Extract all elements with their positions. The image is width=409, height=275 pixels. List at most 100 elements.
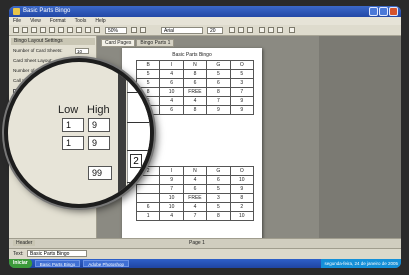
card-cell: 9 <box>229 184 255 194</box>
magnified-card-number: 2 <box>130 154 142 168</box>
new-icon[interactable] <box>13 27 19 33</box>
card-free-cell: FREE <box>182 87 208 97</box>
card-cell: 3 <box>206 193 231 203</box>
card-cell: 7 <box>206 96 231 106</box>
bold-icon[interactable] <box>229 27 235 33</box>
cut-icon[interactable] <box>49 27 55 33</box>
card-cell: 6 <box>206 175 231 185</box>
start-button[interactable]: Iniciar <box>9 259 32 268</box>
grid-line <box>127 92 150 93</box>
menu-help[interactable]: Help <box>95 17 105 25</box>
minimize-button[interactable] <box>369 7 378 16</box>
align-left-icon[interactable] <box>259 27 265 33</box>
card-header-cell: N <box>182 166 208 176</box>
card-cell: 10 <box>229 211 255 221</box>
app-icon <box>13 8 20 15</box>
card-cell: 5 <box>229 69 255 79</box>
card-header-cell: N <box>182 60 208 70</box>
close-button[interactable] <box>389 7 398 16</box>
card-cell: 10 <box>159 87 184 97</box>
card-cell: 7 <box>182 211 208 221</box>
undo-icon[interactable] <box>76 27 82 33</box>
high-field-2[interactable]: 9 <box>88 136 110 150</box>
print-icon[interactable] <box>40 27 46 33</box>
menu-tools[interactable]: Tools <box>75 17 87 25</box>
copy-icon[interactable] <box>58 27 64 33</box>
card-header-cell: I <box>159 166 184 176</box>
paste-icon[interactable] <box>67 27 73 33</box>
save-icon[interactable] <box>31 27 37 33</box>
card-cell: 8 <box>206 87 231 97</box>
underline-icon[interactable] <box>247 27 253 33</box>
open-icon[interactable] <box>22 27 28 33</box>
menu-format[interactable]: Format <box>50 17 66 25</box>
grid-line <box>127 182 150 183</box>
zoom-icon[interactable] <box>94 27 100 33</box>
taskbar-item-bingo[interactable]: Basic Parts Bingo <box>34 260 81 267</box>
low-field-2[interactable]: 1 <box>62 136 84 150</box>
card-free-cell: FREE <box>182 193 208 203</box>
window-title: Basic Parts Bingo <box>23 8 71 14</box>
toolbar: 50% Arial 20 <box>9 25 401 36</box>
card-cell: 6 <box>159 105 184 115</box>
menu-file[interactable]: File <box>13 17 21 25</box>
card-cell: 9 <box>159 175 184 185</box>
header-footer-panel: Header Text: Basic Parts Bingo <box>9 240 401 259</box>
header-text-field[interactable]: Basic Parts Bingo <box>27 250 87 257</box>
taskbar-item-photoshop[interactable]: Adobe Photoshop <box>83 260 130 267</box>
max-field[interactable]: 99 <box>88 166 112 180</box>
card-cell: 7 <box>159 184 184 194</box>
magnified-sheet <box>127 62 150 204</box>
low-field-1[interactable]: 1 <box>62 118 84 132</box>
high-label: High <box>87 104 110 116</box>
text-tool-icon[interactable] <box>140 27 146 33</box>
panel-divider <box>118 62 126 204</box>
card-cell: 4 <box>182 175 208 185</box>
sheet-title: Basic Parts Bingo <box>172 52 212 58</box>
card-cell: 10 <box>229 175 255 185</box>
card-header-cell: O <box>229 166 255 176</box>
card-cell: 4 <box>182 96 208 106</box>
maximize-button[interactable] <box>379 7 388 16</box>
card-cell: 6 <box>159 78 184 88</box>
window-titlebar: Basic Parts Bingo <box>9 6 401 17</box>
tab-card-pages[interactable]: Card Pages <box>101 39 136 47</box>
tab-bingo-parts[interactable]: Bingo Parts 1 <box>136 39 175 47</box>
setting-label: Number of Card Sheets: <box>13 48 63 53</box>
card-cell: 10 <box>159 202 184 212</box>
status-bar: Page 1 <box>9 238 401 248</box>
page-indicator: Page 1 <box>189 240 205 246</box>
align-center-icon[interactable] <box>268 27 274 33</box>
size-combo[interactable]: 20 <box>207 27 223 34</box>
card-cell: 5 <box>206 202 231 212</box>
align-right-icon[interactable] <box>277 27 283 33</box>
card-cell: 6 <box>182 184 208 194</box>
pointer-icon[interactable] <box>131 27 137 33</box>
card-cell: 4 <box>159 96 184 106</box>
zoom-combo[interactable]: 50% <box>105 27 127 34</box>
bingo-card-2: 2 I N G O 9 4 6 10 7 <box>135 166 255 221</box>
card-cell: 10 <box>159 193 184 203</box>
redo-icon[interactable] <box>85 27 91 33</box>
tab-strip: Card Pages Bingo Parts 1 <box>101 39 175 47</box>
font-combo[interactable]: Arial <box>161 27 203 34</box>
setting-label: Card Sheet Layout: <box>13 58 53 63</box>
card-cell: 8 <box>206 211 231 221</box>
color-icon[interactable] <box>289 27 295 33</box>
card-header-cell: G <box>206 166 231 176</box>
bingo-card-1: B I N G O 5 4 8 5 5 5 6 <box>135 60 255 115</box>
card-cell: 9 <box>229 105 255 115</box>
panel-header: Bingo Layout Settings <box>11 38 95 45</box>
high-field-1[interactable]: 9 <box>88 118 110 132</box>
card-cell: 4 <box>182 202 208 212</box>
card-cell: 8 <box>182 69 208 79</box>
menu-view[interactable]: View <box>30 17 41 25</box>
italic-icon[interactable] <box>238 27 244 33</box>
card-sheets-field[interactable]: 10 <box>75 48 89 54</box>
card-cell: 8 <box>182 105 208 115</box>
card-cell: 3 <box>229 78 255 88</box>
card-cell: 5 <box>206 69 231 79</box>
card-header-cell: I <box>159 60 184 70</box>
taskbar: Iniciar Basic Parts Bingo Adobe Photosho… <box>9 259 401 268</box>
menu-bar: File View Format Tools Help <box>9 17 401 25</box>
